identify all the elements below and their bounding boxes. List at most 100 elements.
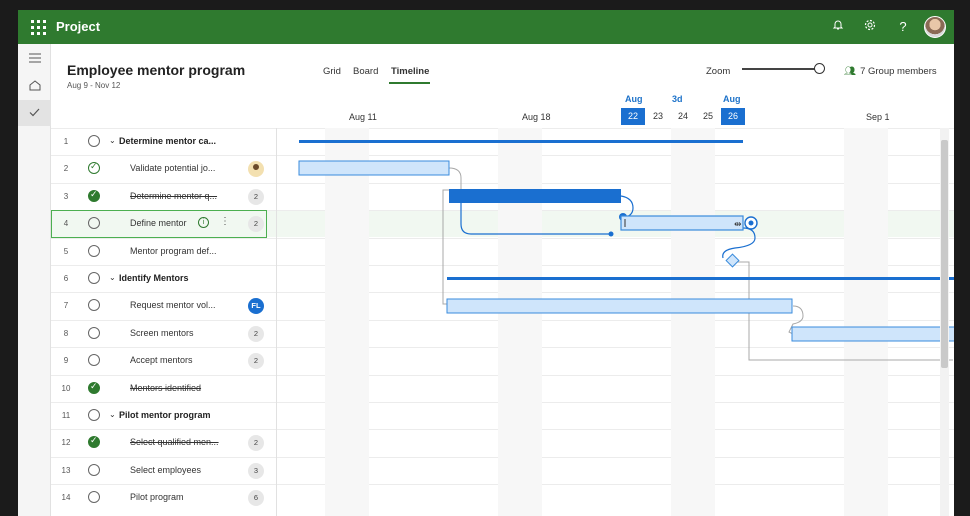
task-name[interactable]: Mentor program def...: [130, 246, 217, 256]
row-number: 3: [63, 191, 69, 201]
top-bar: Project ?: [18, 10, 954, 44]
hamburger-icon[interactable]: [18, 46, 51, 72]
user-avatar[interactable]: [924, 16, 946, 38]
span-duration: 3d: [672, 94, 683, 104]
summary-bar: [299, 140, 743, 143]
dependency-connector: [448, 167, 462, 191]
zoom-slider-thumb[interactable]: [814, 63, 825, 74]
task-completion-checkbox[interactable]: [88, 299, 100, 312]
week-label: Aug 18: [522, 112, 551, 122]
assignee-count-badge[interactable]: 2: [248, 353, 264, 370]
project-app-window: Project ? Employee mentor program Aug 9 …: [18, 10, 954, 516]
connector-dot: [608, 231, 614, 237]
task-bar: [791, 326, 954, 342]
day-cell-selected[interactable]: 22: [621, 108, 645, 125]
tab-board[interactable]: Board: [353, 66, 378, 77]
check-icon[interactable]: [18, 100, 51, 126]
waffle-icon[interactable]: [27, 17, 47, 37]
group-members-button[interactable]: 👥︎ 7 Group members: [844, 66, 937, 77]
dependency-connector: [442, 189, 449, 305]
zoom-label: Zoom: [706, 66, 731, 77]
chevron-down-icon[interactable]: ⌄: [109, 136, 116, 145]
task-bar: [446, 298, 793, 314]
scrollbar-thumb[interactable]: [941, 140, 948, 368]
task-bar: [298, 160, 450, 176]
day-cell[interactable]: 24: [671, 108, 695, 125]
screen-frame: Project ? Employee mentor program Aug 9 …: [0, 0, 970, 516]
assignee-count-badge[interactable]: 2: [248, 325, 264, 342]
assignee-avatar[interactable]: [248, 161, 264, 178]
row-number: 2: [63, 164, 69, 174]
row-number: 7: [63, 301, 69, 311]
task-completion-checkbox[interactable]: [88, 244, 100, 257]
plan-date-range: Aug 9 - Nov 12: [67, 81, 121, 90]
task-name[interactable]: Validate potential jo...: [130, 163, 215, 173]
task-name[interactable]: Pilot program: [130, 492, 184, 502]
row-number: 12: [61, 438, 71, 448]
gantt-chart-area: ⇹: [276, 128, 954, 516]
summary-task-name[interactable]: Pilot mentor program: [119, 410, 211, 420]
row-number: 1: [63, 137, 69, 146]
row-number: 9: [63, 356, 69, 366]
task-bar-completed: [449, 189, 621, 203]
connector-handle-dot: [748, 220, 754, 226]
task-completion-checkbox[interactable]: [88, 135, 100, 147]
task-completion-checkbox[interactable]: [88, 435, 100, 449]
task-name[interactable]: Select employees: [130, 465, 201, 475]
zoom-slider-track[interactable]: [742, 68, 818, 70]
task-name[interactable]: Request mentor vol...: [130, 300, 216, 310]
row-number: 13: [61, 465, 71, 475]
row-number: 5: [63, 246, 69, 256]
day-cell[interactable]: 25: [696, 108, 720, 125]
task-bar-selected: [620, 215, 744, 231]
assignee-initials[interactable]: FL: [248, 298, 264, 315]
task-completion-checkbox[interactable]: [88, 491, 100, 504]
task-completion-checkbox[interactable]: [88, 409, 100, 421]
row-number: 10: [61, 383, 71, 393]
task-completion-checkbox[interactable]: [88, 354, 100, 367]
day-cell-selected[interactable]: 26: [721, 108, 745, 125]
home-icon[interactable]: [18, 74, 51, 100]
settings-icon[interactable]: [861, 18, 879, 36]
day-cell[interactable]: 23: [646, 108, 670, 125]
milestone-diamond: [725, 253, 740, 268]
resize-handle-icon: ⇹: [734, 220, 742, 230]
assignee-count-badge[interactable]: 6: [248, 490, 264, 507]
tab-grid[interactable]: Grid: [323, 66, 341, 77]
tab-timeline[interactable]: Timeline: [391, 66, 429, 77]
people-icon: 👥︎: [844, 66, 857, 77]
week-label: Sep 1: [866, 112, 890, 122]
task-completion-checkbox[interactable]: [88, 381, 100, 394]
plan-title: Employee mentor program: [67, 62, 246, 78]
span-start-month: Aug: [625, 94, 643, 104]
left-rail: [18, 44, 51, 516]
selected-row-outline: [51, 210, 267, 238]
task-name[interactable]: Screen mentors: [130, 328, 194, 338]
bell-icon[interactable]: [829, 18, 847, 36]
gantt-svg: ⇹: [298, 140, 954, 361]
task-completion-checkbox[interactable]: [88, 326, 100, 339]
help-icon[interactable]: ?: [894, 18, 912, 36]
task-name[interactable]: Select qualified men...: [130, 437, 219, 447]
task-completion-checkbox[interactable]: [88, 161, 100, 175]
assignee-count-badge[interactable]: 2: [248, 435, 264, 452]
task-name[interactable]: Accept mentors: [130, 355, 193, 365]
summary-task-name[interactable]: Determine mentor ca...: [119, 136, 216, 146]
task-completion-checkbox[interactable]: [88, 463, 100, 476]
task-name[interactable]: Determine mentor q...: [130, 191, 217, 201]
chevron-down-icon[interactable]: ⌄: [109, 273, 116, 282]
row-number: 8: [63, 328, 69, 338]
assignee-count-badge[interactable]: 2: [248, 188, 264, 205]
row-number: 14: [61, 493, 71, 503]
assignee-count-badge[interactable]: 3: [248, 462, 264, 479]
group-members-label: 7 Group members: [860, 66, 937, 77]
app-name: Project: [56, 19, 101, 34]
dependency-connector-active: [722, 227, 756, 259]
summary-task-name[interactable]: Identify Mentors: [119, 273, 189, 283]
task-completion-checkbox[interactable]: [88, 272, 100, 284]
active-tab-indicator: [389, 82, 430, 84]
span-end-month: Aug: [723, 94, 741, 104]
task-completion-checkbox[interactable]: [88, 189, 100, 202]
task-name[interactable]: Mentors identified: [130, 383, 201, 393]
chevron-down-icon[interactable]: ⌄: [109, 410, 116, 419]
